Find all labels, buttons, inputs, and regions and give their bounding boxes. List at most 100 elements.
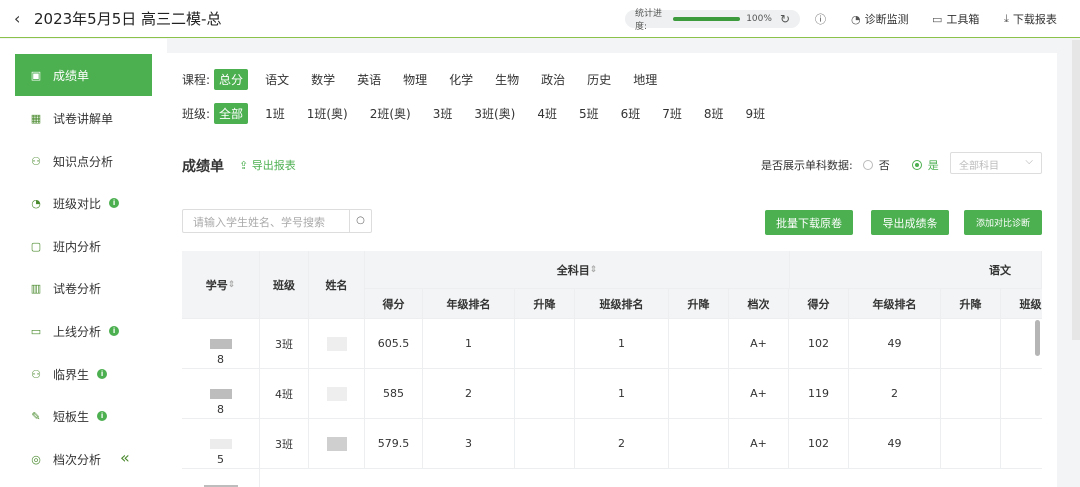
redacted-student-name — [326, 336, 347, 351]
class-chip[interactable]: 1班(奥) — [302, 103, 353, 124]
collapse-sidebar-icon[interactable]: « — [120, 448, 130, 467]
class-chip[interactable]: 8班 — [699, 103, 729, 124]
download-icon: ⤓ — [1004, 12, 1009, 25]
toolbox-label: 工具箱 — [946, 13, 980, 26]
page-title: 2023年5月5日 高三二模-总 — [34, 10, 222, 28]
header-sub-column: 年级排名 — [423, 289, 515, 319]
table-row-student-id: 8 — [182, 369, 260, 419]
table-row-student-id: 8 — [182, 319, 260, 369]
export-scores-button[interactable]: 导出成绩条 — [871, 210, 949, 235]
table-row-cell — [1001, 369, 1042, 419]
download-report-label: 下载报表 — [1012, 13, 1057, 26]
class-chip[interactable]: 全部 — [214, 103, 249, 124]
table-row-class: 3班 — [260, 319, 309, 369]
batch-download-button[interactable]: 批量下载原卷 — [765, 210, 853, 235]
table-row-student-id: 5 — [182, 419, 260, 469]
back-arrow-icon[interactable]: ‹ — [14, 9, 28, 28]
export-report-label: 导出报表 — [251, 159, 296, 172]
course-chip[interactable]: 数学 — [306, 69, 340, 90]
info-button[interactable]: ⓘ — [815, 11, 830, 27]
single-subject-question: 是否展示单科数据: — [761, 159, 853, 172]
class-chip[interactable]: 1班 — [260, 103, 290, 124]
class-chip[interactable]: 6班 — [616, 103, 646, 124]
redacted-student-name — [326, 436, 347, 451]
table-row-cell: 579.5 — [365, 419, 423, 469]
table-row-cell: 2 — [423, 369, 515, 419]
sidebar-item-paper-analysis[interactable]: ▥ 试卷分析 — [15, 267, 152, 309]
refresh-icon[interactable]: ↻ — [780, 12, 790, 26]
course-chip[interactable]: 总分 — [214, 69, 249, 90]
table-row-cell — [941, 369, 1001, 419]
export-report-link[interactable]: ⇪ 导出报表 — [239, 157, 296, 173]
course-chip[interactable]: 化学 — [444, 69, 478, 90]
class-filter: 班级: 全部 1班 1班(奥) 2班(奥) 3班 3班(奥) 4班 5班 6班 7班 8班 9班 — [182, 103, 782, 124]
header-group-all-label: 全科目 — [556, 263, 590, 277]
sidebar-item-paper-explain[interactable]: ▦ 试卷讲解单 — [15, 97, 152, 139]
class-chip[interactable]: 3班(奥) — [469, 103, 520, 124]
toolbox-button[interactable]: ▭ 工具箱 — [932, 11, 979, 27]
table-row-cell — [1001, 419, 1042, 469]
target-icon: ◎ — [31, 452, 41, 466]
course-chip[interactable]: 英语 — [352, 69, 386, 90]
course-chip[interactable]: 政治 — [536, 69, 570, 90]
header-sub-column: 班级排名 — [575, 289, 669, 319]
radio-yes[interactable] — [911, 160, 922, 170]
table-row-name — [309, 319, 365, 369]
sidebar-item-label: 成绩单 — [53, 68, 90, 83]
sidebar-item-online[interactable]: ▭ 上线分析 i — [15, 310, 152, 352]
search-icon[interactable]: ○ — [349, 210, 371, 232]
course-chip[interactable]: 地理 — [628, 69, 662, 90]
screen-icon: ▢ — [30, 239, 42, 253]
radio-no-label: 否 — [878, 159, 890, 172]
header-group-all-subjects: 全科目 ⇕ — [365, 251, 790, 289]
sort-icon[interactable]: ⇕ — [228, 280, 236, 290]
progress-value: 100% — [746, 14, 772, 24]
sidebar-item-class-compare[interactable]: ◔ 班级对比 i — [15, 182, 152, 224]
radio-yes-label: 是 — [927, 159, 939, 172]
course-chip[interactable]: 生物 — [490, 69, 524, 90]
sidebar-item-scoresheet[interactable]: ▣ 成绩单 — [15, 54, 152, 96]
class-chip[interactable]: 2班(奥) — [365, 103, 416, 124]
class-chip[interactable]: 7班 — [657, 103, 687, 124]
table-row-cell: 49 — [849, 419, 941, 469]
table-row-name — [309, 419, 365, 469]
sidebar-item-label: 试卷分析 — [53, 281, 102, 296]
course-chip[interactable]: 物理 — [398, 69, 432, 90]
sidebar-item-borderline[interactable]: ⚇ 临界生 i — [15, 353, 152, 395]
class-chip[interactable]: 5班 — [574, 103, 604, 124]
header-student-id: 学号 ⇕ — [182, 251, 260, 319]
table-row-cell: 605.5 — [365, 319, 423, 369]
table-row-name — [309, 369, 365, 419]
subject-select[interactable]: 全部科目 ⌵ — [950, 152, 1042, 174]
table-row-cell: 1 — [423, 319, 515, 369]
sidebar-item-level[interactable]: ◎ 档次分析 — [15, 438, 152, 480]
table-row-cell: 3 — [423, 419, 515, 469]
sidebar-item-in-class[interactable]: ▢ 班内分析 — [15, 225, 152, 267]
progress-label: 统计进度: — [635, 9, 663, 32]
radio-no[interactable] — [862, 160, 873, 170]
class-chip[interactable]: 3班 — [428, 103, 458, 124]
course-chip[interactable]: 历史 — [582, 69, 616, 90]
class-chip[interactable]: 4班 — [532, 103, 562, 124]
table-row-cell — [941, 419, 1001, 469]
table-row-student-id — [182, 469, 260, 487]
add-compare-button[interactable]: 添加对比诊断 — [964, 210, 1042, 235]
sidebar-item-label: 班级对比 — [53, 196, 102, 211]
sidebar-item-label: 知识点分析 — [53, 154, 114, 169]
download-report-button[interactable]: ⤓ 下载报表 — [1004, 11, 1057, 27]
table-scrollbar[interactable] — [1035, 320, 1040, 356]
sidebar-item-knowledge[interactable]: ⚇ 知识点分析 — [15, 140, 152, 182]
info-icon: i — [97, 369, 108, 379]
diagnosis-monitor-button[interactable]: ◔ 诊断监测 — [851, 11, 909, 27]
course-chip[interactable]: 语文 — [260, 69, 294, 90]
sort-icon[interactable]: ⇕ — [590, 265, 598, 275]
sidebar-item-label: 档次分析 — [53, 452, 102, 467]
table-row-cell — [669, 369, 729, 419]
student-search-input[interactable]: 请输入学生姓名、学号搜索 ○ — [182, 209, 372, 233]
class-chip[interactable]: 9班 — [741, 103, 771, 124]
info-icon: i — [109, 326, 120, 336]
page-scrollbar-track[interactable] — [1072, 40, 1080, 340]
progress-track — [673, 17, 741, 21]
sidebar-item-weak[interactable]: ✎ 短板生 i — [15, 395, 152, 437]
scoresheet-icon: ▣ — [30, 68, 42, 82]
